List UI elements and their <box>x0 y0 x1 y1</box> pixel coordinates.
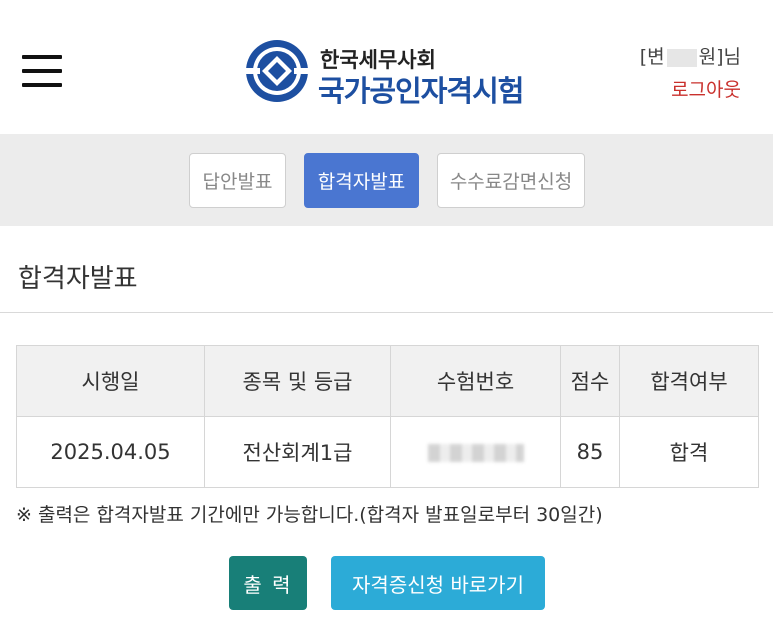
cell-score: 85 <box>560 416 620 488</box>
user-name: [변 원]님 <box>640 42 741 69</box>
cell-result: 합격 <box>619 416 759 488</box>
column-header-date: 시행일 <box>16 345 205 417</box>
menu-icon-line <box>22 55 62 59</box>
user-name-mask <box>666 48 697 67</box>
table-row: 2025.04.05 전산회계1급 85 합격 <box>16 416 759 488</box>
user-box: [변 원]님 로그아웃 <box>640 42 741 102</box>
column-header-subject: 종목 및 등급 <box>204 345 391 417</box>
divider <box>0 312 773 313</box>
tab-bar: 답안발표 합격자발표 수수료감면신청 <box>0 134 773 226</box>
column-header-score: 점수 <box>560 345 620 417</box>
column-header-exam-number: 수험번호 <box>390 345 561 417</box>
logo-title: 국가공인자격시험 <box>318 74 524 108</box>
cell-subject: 전산회계1급 <box>204 416 391 488</box>
menu-icon-line <box>22 69 62 73</box>
cell-date: 2025.04.05 <box>16 416 205 488</box>
print-notice: ※ 출력은 합격자발표 기간에만 가능합니다.(합격자 발표일로부터 30일간) <box>16 504 603 526</box>
tab-answer-announcement[interactable]: 답안발표 <box>189 153 286 208</box>
logout-link[interactable]: 로그아웃 <box>640 75 741 102</box>
page-title: 합격자발표 <box>18 264 138 294</box>
cell-exam-number <box>390 416 561 488</box>
tab-fee-reduction[interactable]: 수수료감면신청 <box>437 153 585 208</box>
tab-pass-announcement[interactable]: 합격자발표 <box>304 153 419 208</box>
user-name-prefix: [변 <box>639 46 665 68</box>
menu-icon-line <box>22 83 62 87</box>
table-header-row: 시행일 종목 및 등급 수험번호 점수 합격여부 <box>16 345 759 417</box>
user-name-suffix: 원]님 <box>698 46 741 68</box>
certificate-apply-button[interactable]: 자격증신청 바로가기 <box>331 556 545 610</box>
logo-emblem-icon <box>246 40 308 102</box>
column-header-result: 합격여부 <box>619 345 759 417</box>
menu-icon[interactable] <box>22 55 62 87</box>
header: 한국세무사회 국가공인자격시험 [변 원]님 로그아웃 <box>0 0 773 134</box>
exam-number-redacted <box>427 444 524 462</box>
logo[interactable]: 한국세무사회 국가공인자격시험 <box>244 38 544 108</box>
result-table: 시행일 종목 및 등급 수험번호 점수 합격여부 2025.04.05 전산회계… <box>16 345 759 488</box>
print-button[interactable]: 출 력 <box>229 556 307 610</box>
